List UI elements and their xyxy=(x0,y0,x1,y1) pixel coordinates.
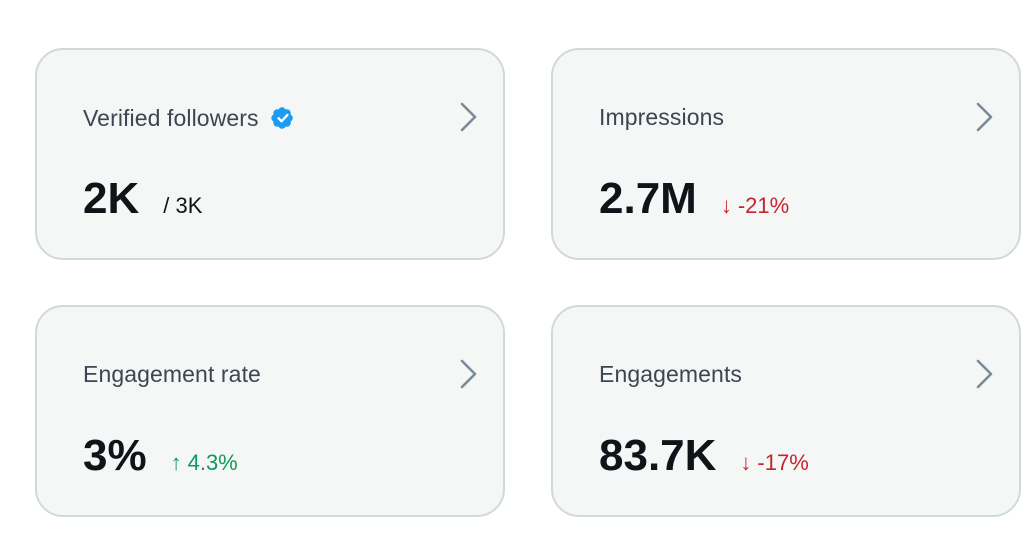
metric-goal: / 3K xyxy=(163,193,203,218)
delta-value: 4.3% xyxy=(187,450,238,475)
impressions-card[interactable]: Impressions 2.7M ↓ -21% xyxy=(551,48,1021,260)
delta-value: -17% xyxy=(757,450,809,475)
card-title: Impressions xyxy=(599,104,725,130)
engagement-rate-card[interactable]: Engagement rate 3% ↑ 4.3% xyxy=(35,305,505,517)
chevron-right-icon[interactable] xyxy=(973,100,997,134)
card-title-row: Verified followers xyxy=(83,104,297,132)
verified-followers-card[interactable]: Verified followers 2K / 3K xyxy=(35,48,505,260)
card-title-row: Engagement rate xyxy=(83,361,261,387)
arrow-down-icon: ↓ xyxy=(720,193,732,218)
arrow-up-icon: ↑ xyxy=(170,450,182,475)
metric-value-row: 2.7M ↓ -21% xyxy=(599,174,789,224)
metric-value-row: 83.7K ↓ -17% xyxy=(599,431,809,481)
card-title: Engagements xyxy=(599,361,743,387)
metric-value-row: 2K / 3K xyxy=(83,174,202,224)
chevron-right-icon[interactable] xyxy=(457,100,481,134)
metric-delta: ↓ -21% xyxy=(721,193,789,219)
analytics-overview: Verified followers 2K / 3K Impressions 2… xyxy=(0,0,1036,548)
metric-delta: ↓ -17% xyxy=(740,450,808,476)
card-title-row: Impressions xyxy=(599,104,724,130)
arrow-down-icon: ↓ xyxy=(740,450,752,475)
metric-delta: ↑ 4.3% xyxy=(171,450,238,476)
verified-badge-icon xyxy=(269,104,297,132)
chevron-right-icon[interactable] xyxy=(973,357,997,391)
metric-value: 2.7M xyxy=(599,174,697,223)
metric-value: 83.7K xyxy=(599,431,717,480)
delta-value: -21% xyxy=(737,193,790,218)
metric-value: 2K xyxy=(83,174,140,223)
chevron-right-icon[interactable] xyxy=(457,357,481,391)
metric-value-row: 3% ↑ 4.3% xyxy=(83,431,238,481)
metric-value: 3% xyxy=(83,431,147,480)
card-title: Engagement rate xyxy=(83,361,261,387)
engagements-card[interactable]: Engagements 83.7K ↓ -17% xyxy=(551,305,1021,517)
card-title: Verified followers xyxy=(83,105,259,131)
card-title-row: Engagements xyxy=(599,361,742,387)
